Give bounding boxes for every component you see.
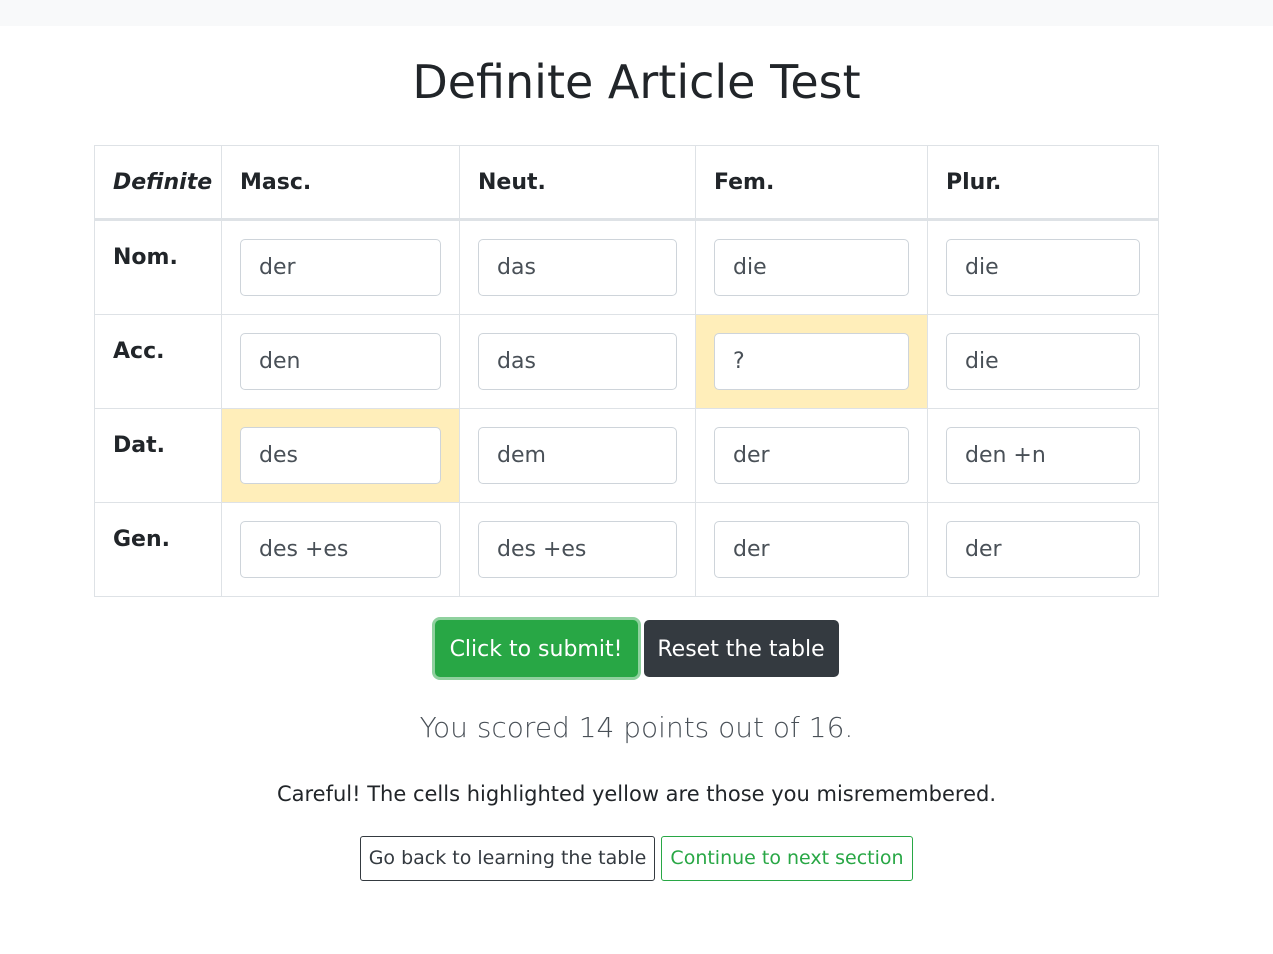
cell-gen-masc [221, 502, 460, 597]
answer-input[interactable] [946, 521, 1140, 578]
cell-nom-masc [221, 219, 460, 315]
row-header-dat: Dat. [94, 408, 222, 503]
warning-text: Careful! The cells highlighted yellow ar… [276, 782, 997, 806]
answer-input[interactable] [478, 333, 677, 390]
cell-gen-fem [695, 502, 928, 597]
score-text: You scored 14 points out of 16. [419, 711, 854, 744]
cell-nom-plur [927, 219, 1159, 315]
table-row-nom: Nom. [94, 219, 1159, 315]
answer-input[interactable] [240, 521, 441, 578]
continue-next-section-button[interactable]: Continue to next section [661, 836, 913, 881]
article-table: Definite Masc. Neut. Fem. Plur. Nom. Acc… [94, 145, 1159, 597]
cell-dat-fem [695, 408, 928, 503]
answer-input[interactable] [240, 239, 441, 296]
answer-input[interactable] [946, 333, 1140, 390]
cell-dat-neut [459, 408, 696, 503]
answer-input[interactable] [478, 239, 677, 296]
answer-input[interactable] [946, 427, 1140, 484]
cell-nom-fem [695, 219, 928, 315]
cell-acc-fem-wrong [695, 314, 928, 409]
cell-gen-plur [927, 502, 1159, 597]
row-header-acc: Acc. [94, 314, 222, 409]
cell-dat-masc-wrong [221, 408, 460, 503]
top-bar [0, 0, 1273, 26]
reset-button[interactable]: Reset the table [643, 620, 839, 677]
column-header-neut: Neut. [459, 145, 696, 221]
column-header-fem: Fem. [695, 145, 928, 221]
corner-header: Definite [94, 145, 222, 221]
table-row-acc: Acc. [94, 314, 1159, 409]
navigation-buttons: Go back to learning the table Continue t… [0, 836, 1273, 881]
cell-gen-neut [459, 502, 696, 597]
header-row: Definite Masc. Neut. Fem. Plur. [94, 145, 1159, 221]
cell-acc-plur [927, 314, 1159, 409]
cell-nom-neut [459, 219, 696, 315]
answer-input[interactable] [240, 427, 441, 484]
action-buttons: Click to submit! Reset the table [0, 620, 1273, 677]
column-header-plur: Plur. [927, 145, 1159, 221]
answer-input[interactable] [240, 333, 441, 390]
row-header-nom: Nom. [94, 219, 222, 315]
row-header-gen: Gen. [94, 502, 222, 597]
answer-input[interactable] [714, 521, 909, 578]
column-header-masc: Masc. [221, 145, 460, 221]
page-title: Definite Article Test [412, 55, 861, 109]
table-row-dat: Dat. [94, 408, 1159, 503]
cell-acc-masc [221, 314, 460, 409]
submit-button[interactable]: Click to submit! [434, 620, 638, 677]
cell-acc-neut [459, 314, 696, 409]
answer-input[interactable] [478, 521, 677, 578]
answer-input[interactable] [714, 427, 909, 484]
table-row-gen: Gen. [94, 502, 1159, 597]
cell-dat-plur [927, 408, 1159, 503]
back-to-learning-button[interactable]: Go back to learning the table [360, 836, 655, 881]
answer-input[interactable] [714, 239, 909, 296]
answer-input[interactable] [478, 427, 677, 484]
answer-input[interactable] [714, 333, 909, 390]
answer-input[interactable] [946, 239, 1140, 296]
